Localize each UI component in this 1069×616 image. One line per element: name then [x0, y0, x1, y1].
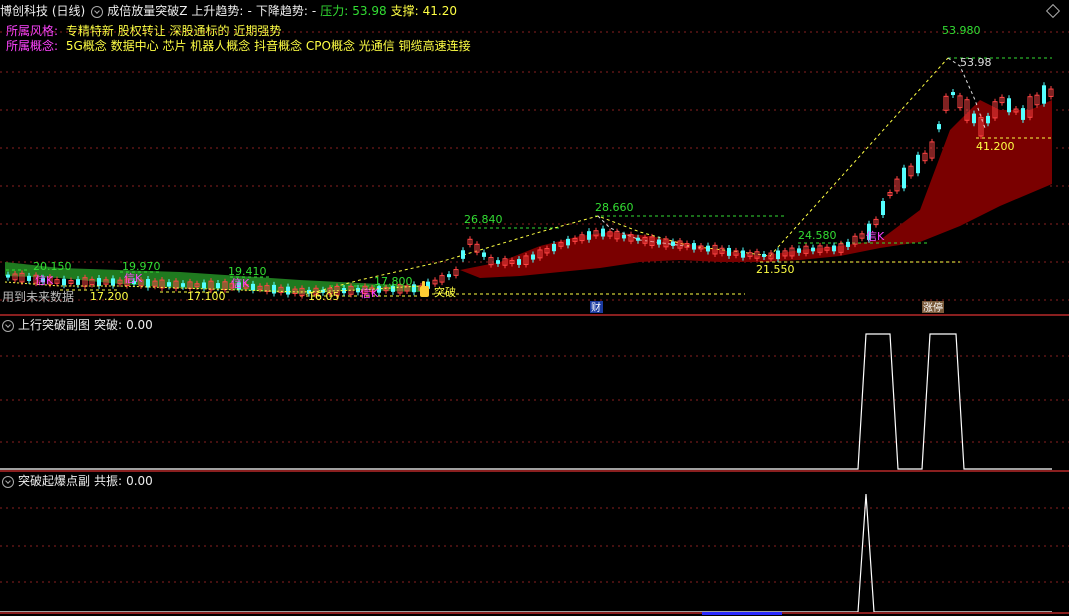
event-zhangting-text: 涨停	[923, 301, 943, 314]
candle-body	[846, 241, 850, 247]
event-cai-text: 财	[591, 301, 601, 314]
price-label-17200: 17.200	[90, 290, 129, 303]
sub2-resonance-line	[0, 493, 1052, 613]
price-label-20150: 20.150	[33, 260, 72, 273]
candle-body	[272, 284, 276, 294]
signal-xin-k: 信K	[360, 287, 379, 300]
candle-body	[671, 241, 675, 246]
price-label-5398: 53.98	[960, 56, 992, 69]
candle-body	[566, 238, 570, 246]
candle-body	[622, 234, 626, 239]
candle-body	[727, 247, 731, 256]
candle-body	[62, 278, 66, 286]
signal-xin-k: 信K	[231, 277, 250, 290]
candle-body	[447, 274, 451, 278]
future-data-label: 用到未来数据	[2, 290, 75, 304]
candle-body	[1042, 85, 1046, 104]
candle-body	[1007, 98, 1011, 113]
candle-body	[601, 228, 605, 237]
scroll-indicator[interactable]	[702, 612, 782, 615]
candle-body	[937, 124, 941, 130]
candle-body	[412, 284, 416, 293]
price-label-53980: 53.980	[942, 24, 981, 37]
candle-body	[517, 259, 521, 265]
candle-body	[1021, 108, 1025, 120]
candle-body	[216, 283, 220, 289]
bottom-border	[0, 612, 1069, 614]
candle-body	[587, 231, 591, 240]
price-label-24580: 24.580	[798, 229, 837, 242]
price-label-41200: 41.200	[976, 140, 1015, 153]
candle-body	[741, 250, 745, 258]
price-label-21550: 21.550	[756, 263, 795, 276]
candle-body	[881, 201, 885, 215]
candle-body	[797, 248, 801, 253]
candle-body	[27, 275, 31, 281]
sub2-chart[interactable]	[0, 472, 1069, 616]
candle-body	[97, 278, 101, 286]
candle-body	[902, 167, 906, 189]
candle-body	[531, 254, 535, 260]
candle-body	[972, 113, 976, 124]
candle-body	[251, 283, 255, 291]
candle-body	[832, 245, 836, 252]
main-chart[interactable]: 20.150 19.970 19.410 17.800 26.840 28.66…	[0, 0, 1069, 316]
candle-body	[76, 279, 80, 285]
candle-body	[762, 253, 766, 257]
candle-body	[657, 239, 661, 245]
candle-body	[146, 279, 150, 288]
price-label-26840: 26.840	[464, 213, 503, 226]
candle-body	[111, 278, 115, 286]
candle-body	[181, 283, 185, 287]
candle-body	[636, 237, 640, 241]
candle-body	[916, 154, 920, 174]
candle-body	[692, 243, 696, 250]
candle-body	[202, 282, 206, 289]
candle-body	[776, 250, 780, 260]
sub1-breakout-line	[0, 333, 1052, 470]
sub1-chart[interactable]	[0, 316, 1069, 472]
sub2-grid	[0, 507, 1069, 583]
price-label-28660: 28.660	[595, 201, 634, 214]
candle-body	[167, 282, 171, 287]
candle-body	[286, 286, 290, 295]
candle-body	[6, 274, 10, 278]
price-label-17100: 17.100	[187, 290, 226, 303]
sub1-grid	[0, 355, 1069, 443]
candle-body	[552, 244, 556, 252]
candle-body	[461, 250, 465, 259]
price-label-1605: 16.05	[308, 290, 340, 303]
candle-body	[811, 247, 815, 252]
signal-xin-k: 信K	[866, 230, 885, 243]
candle-body	[482, 252, 486, 257]
candle-body	[951, 92, 955, 96]
signal-xin-k: 信K	[35, 274, 54, 287]
candle-body	[706, 245, 710, 252]
signal-tupo: 突破	[434, 285, 456, 299]
candle-body	[496, 260, 500, 264]
signal-xin-k: 信K	[124, 272, 143, 285]
price-label-17800: 17.800	[374, 275, 413, 288]
candle-body	[986, 115, 990, 124]
